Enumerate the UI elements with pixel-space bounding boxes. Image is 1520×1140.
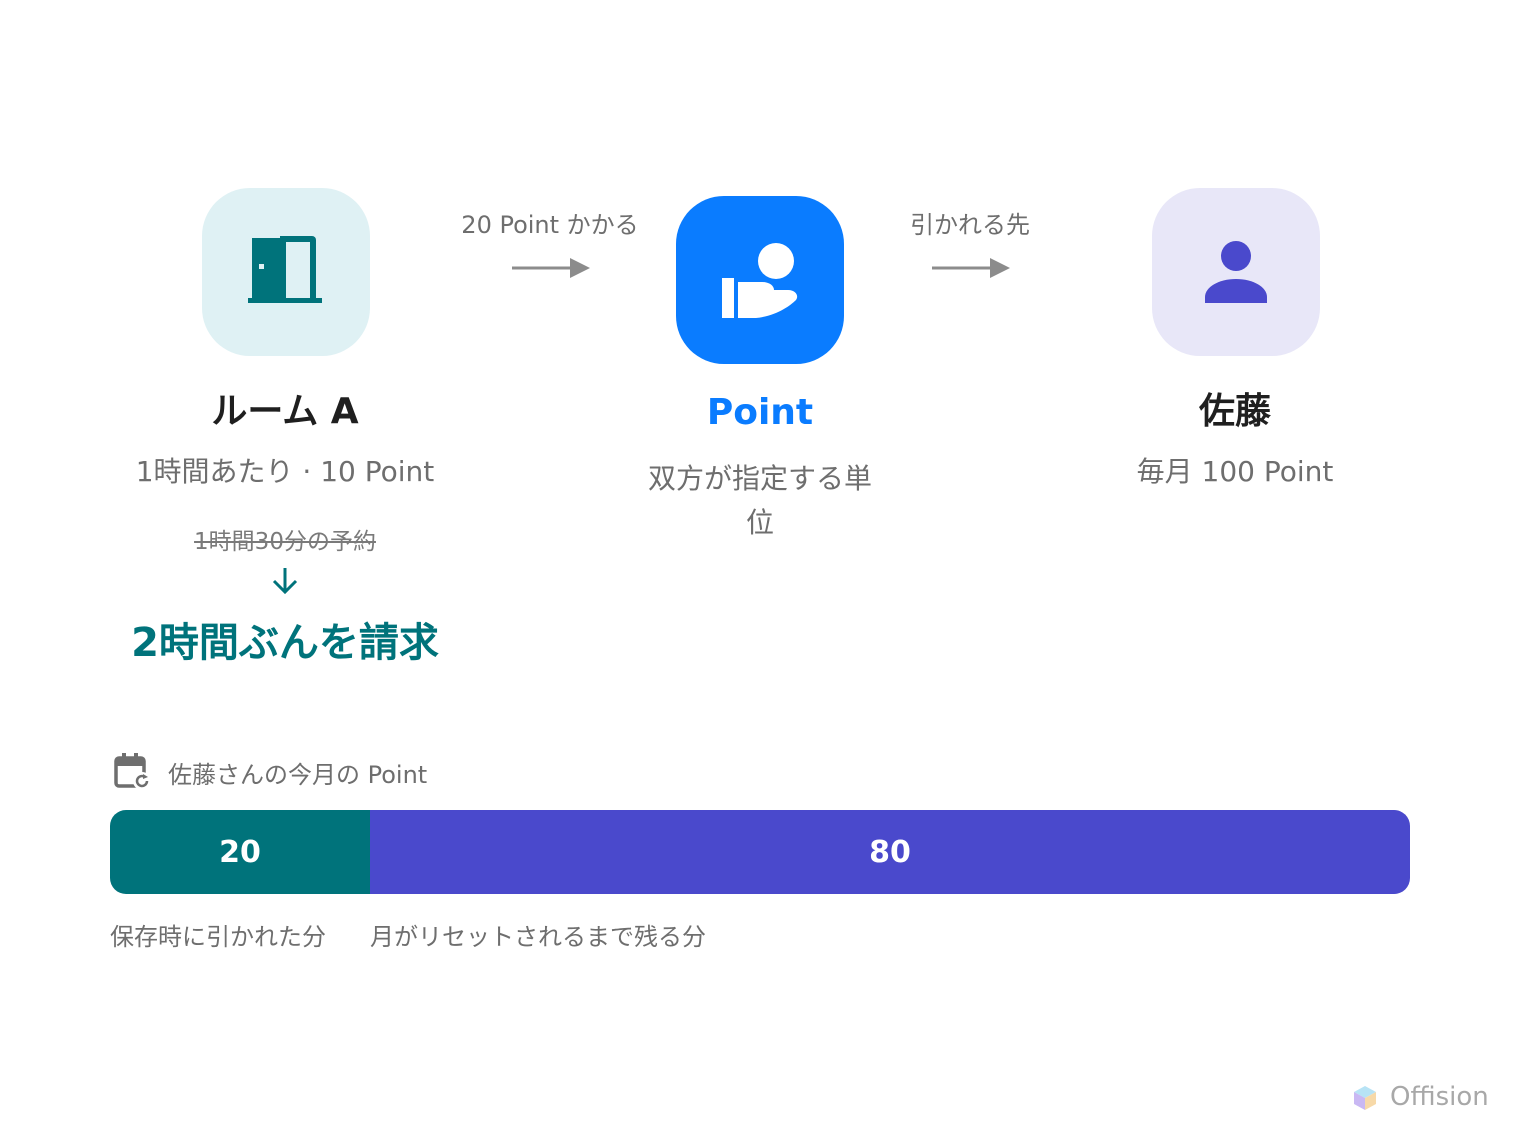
calendar-refresh-icon (114, 753, 151, 790)
room-name: ルーム A (211, 391, 359, 432)
user-name: 佐藤 (1198, 391, 1271, 432)
arrow-down-icon (272, 568, 298, 595)
point-tile (676, 196, 844, 364)
arrow-right-icon (932, 258, 1010, 278)
brand-name: Offision (1390, 1082, 1489, 1112)
used-legend: 保存時に引かれた分 (110, 923, 326, 951)
used-segment: 20 (110, 810, 370, 894)
remaining-segment: 80 (370, 810, 1410, 894)
offision-logo-icon (1354, 1086, 1376, 1110)
user-allowance: 毎月 100 Point (1136, 455, 1334, 488)
room-tile (202, 188, 370, 356)
used-value: 20 (219, 834, 261, 870)
user-tile (1152, 188, 1320, 356)
usage-title: 佐藤さんの今月の Point (168, 761, 428, 789)
door-icon (248, 236, 322, 303)
person-icon (1205, 241, 1267, 303)
arrow-label-cost: 20 Point かかる (461, 211, 639, 239)
arrow-right-icon (512, 258, 590, 278)
arrow-label-target: 引かれる先 (910, 211, 1030, 239)
billed-duration: 2時間ぶんを請求 (131, 620, 439, 666)
room-rate: 1時間あたり · 10 Point (135, 455, 435, 488)
reservation-struck: 1時間30分の予約 (194, 529, 376, 555)
remaining-value: 80 (869, 834, 911, 870)
point-name: Point (706, 392, 814, 433)
usage-bar: 20 80 (110, 810, 1410, 894)
hand-coin-icon (722, 243, 798, 318)
point-description-line2: 位 (745, 506, 774, 539)
point-description-line1: 双方が指定する単 (647, 462, 872, 495)
remaining-legend: 月がリセットされるまで残る分 (370, 923, 706, 951)
